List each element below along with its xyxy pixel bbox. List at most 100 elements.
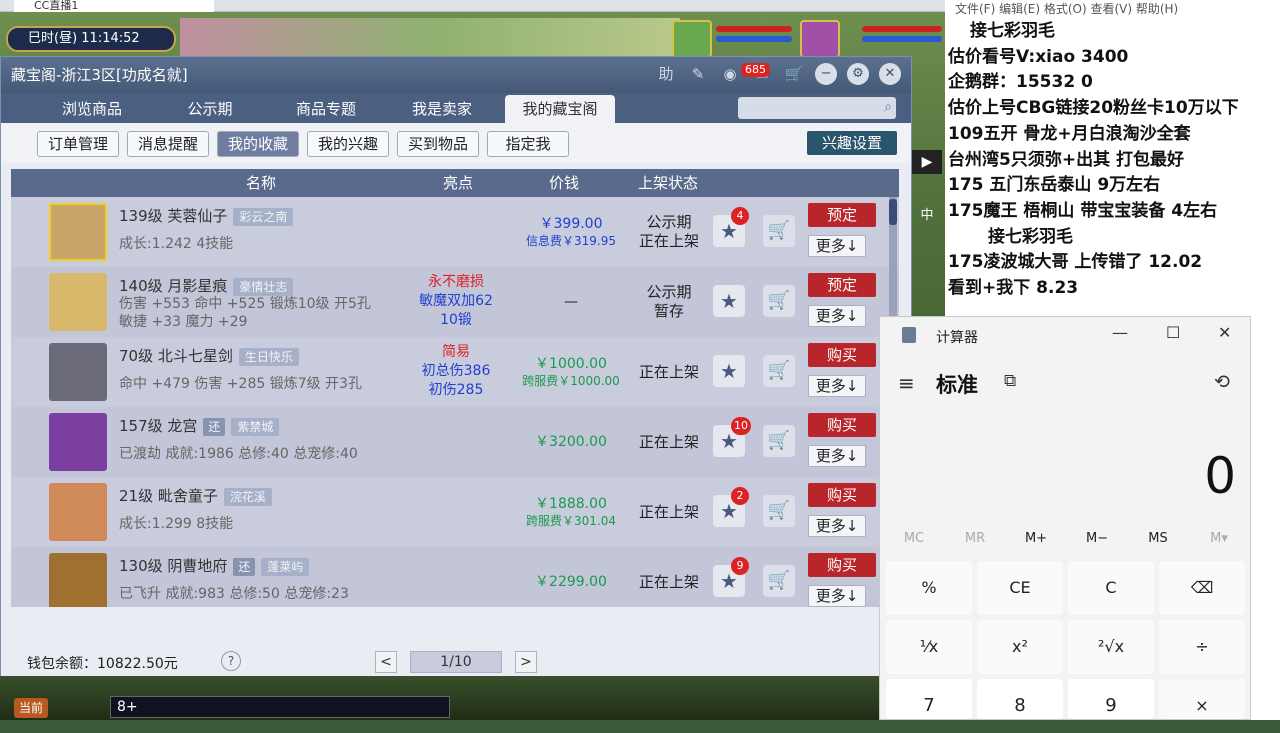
subtab-assigned[interactable]: 指定我 [487,131,569,157]
page-indicator: 1/10 [410,651,502,673]
item-name[interactable]: 130级 阴曹地府 [119,557,227,575]
buy-button[interactable]: 购买 [808,553,876,577]
settings-icon[interactable]: ⚙ [847,63,869,85]
pet-avatar[interactable] [672,20,712,58]
interest-settings-button[interactable]: 兴趣设置 [807,131,897,155]
more-button[interactable]: 更多↓ [808,235,866,257]
edit-icon[interactable]: ✎ [687,63,709,85]
table-row[interactable]: 21级 毗舍童子 浣花溪 成长:1.299 8技能 ￥1888.00 跨服费￥301.0… [11,477,899,547]
tab-browse[interactable]: 浏览商品 [37,95,147,123]
calc-key[interactable]: x² [977,620,1063,674]
cart-icon[interactable]: 🛒 [783,63,805,85]
calc-close-icon[interactable]: ✕ [1218,323,1231,342]
browser-tab[interactable]: CC直播1 [14,0,214,12]
memory-key[interactable]: M− [1075,531,1119,546]
add-to-cart-icon[interactable]: 🛒 [763,215,795,247]
subtab-messages[interactable]: 消息提醒 [127,131,209,157]
tab-seller[interactable]: 我是卖家 [387,95,497,123]
search-icon[interactable]: ⌕ [884,99,892,115]
help-icon[interactable]: ? [221,651,241,671]
add-to-cart-icon[interactable]: 🛒 [763,355,795,387]
subtab-bought[interactable]: 买到物品 [397,131,479,157]
calc-key[interactable]: × [1159,679,1245,719]
more-button[interactable]: 更多↓ [808,375,866,397]
minimize-icon[interactable]: − [815,63,837,85]
item-thumbnail[interactable] [49,273,107,331]
buy-button[interactable]: 购买 [808,343,876,367]
next-page-button[interactable]: > [515,651,537,673]
calc-maximize-icon[interactable]: ☐ [1166,323,1180,342]
hamburger-icon[interactable]: ≡ [898,371,915,395]
tab-my-cbg[interactable]: 我的藏宝阁 [505,95,615,123]
chat-channel-button[interactable]: 当前 [14,698,48,718]
subtab-interests[interactable]: 我的兴趣 [307,131,389,157]
table-scroll-thumb[interactable] [889,199,897,225]
close-icon[interactable]: ✕ [879,63,901,85]
assist-icon[interactable]: 助 [655,63,677,85]
memory-key[interactable]: M▾ [1197,531,1241,546]
calc-key[interactable]: ÷ [1159,620,1245,674]
table-row[interactable]: 139级 芙蓉仙子 彩云之南 成长:1.242 4技能 ￥399.00 信息费￥319.… [11,197,899,267]
favorite-star-icon[interactable]: ★ [713,355,745,387]
item-name[interactable]: 139级 芙蓉仙子 [119,207,227,225]
title-icons: 助 ✎ ◉ ✉ 🛒 − ⚙ ✕ [655,63,901,85]
tab-public[interactable]: 公示期 [155,95,265,123]
calc-key[interactable]: CE [977,561,1063,615]
calc-key[interactable]: ¹⁄x [886,620,972,674]
status-line: 公示期 [646,213,692,231]
more-button[interactable]: 更多↓ [808,515,866,537]
buy-button[interactable]: 购买 [808,483,876,507]
item-thumbnail[interactable] [49,343,107,401]
more-button[interactable]: 更多↓ [808,445,866,467]
table-row[interactable]: 130级 阴曹地府还蓬莱屿 已飞升 成就:983 总修:50 总宠修:23 ￥229… [11,547,899,607]
memory-key[interactable]: MR [953,531,997,546]
item-name[interactable]: 70级 北斗七星剑 [119,347,233,365]
search-input[interactable]: ⌕ [738,97,896,119]
item-name-line: 157级 龙宫还紫禁城 [119,415,280,436]
memory-key[interactable]: M+ [1014,531,1058,546]
calc-key[interactable]: 9 [1068,679,1154,719]
calc-key[interactable]: 8 [977,679,1063,719]
record-icon[interactable]: ◉ [719,63,741,85]
add-to-cart-icon[interactable]: 🛒 [763,565,795,597]
prev-page-button[interactable]: < [375,651,397,673]
item-thumbnail[interactable] [49,413,107,471]
more-button[interactable]: 更多↓ [808,585,866,607]
subtab-favorites[interactable]: 我的收藏 [217,131,299,157]
price-fee: 跨服费￥301.04 [526,514,616,528]
notepad-menu[interactable]: 文件(F) 编辑(E) 格式(O) 查看(V) 帮助(H) [955,0,1178,17]
more-button[interactable]: 更多↓ [808,305,866,327]
favorite-star-icon[interactable]: ★ [713,285,745,317]
history-icon[interactable]: ⟲ [1214,371,1230,393]
side-arrow-icon[interactable]: ▶ [912,150,942,174]
tab-topics[interactable]: 商品专题 [271,95,381,123]
item-thumbnail[interactable] [49,483,107,541]
calc-minimize-icon[interactable]: — [1112,323,1128,342]
add-to-cart-icon[interactable]: 🛒 [763,425,795,457]
table-header: 名称 亮点 价钱 上架状态 [11,169,899,197]
memory-key[interactable]: MS [1136,531,1180,546]
memory-key[interactable]: MC [892,531,936,546]
subtab-orders[interactable]: 订单管理 [37,131,119,157]
add-to-cart-icon[interactable]: 🛒 [763,495,795,527]
calc-key[interactable]: ²√x [1068,620,1154,674]
table-row[interactable]: 70级 北斗七星剑 生日快乐 命中 +479 伤害 +285 锻炼7级 开3孔 简易初… [11,337,899,407]
calc-key[interactable]: 7 [886,679,972,719]
item-thumbnail[interactable] [49,203,107,261]
keep-on-top-icon[interactable]: ⧉ [1004,371,1016,391]
table-row[interactable]: 140级 月影星痕 豪情壮志 伤害 +553 命中 +525 锻炼10级 开5孔 敏捷… [11,267,899,337]
add-to-cart-icon[interactable]: 🛒 [763,285,795,317]
player-avatar[interactable] [800,20,840,58]
table-row[interactable]: 157级 龙宫还紫禁城 已渡劫 成就:1986 总修:40 总宠修:40 ￥3200… [11,407,899,477]
buy-button[interactable]: 购买 [808,413,876,437]
item-name[interactable]: 157级 龙宫 [119,417,197,435]
chat-input[interactable]: 8+ [110,696,450,718]
reserve-button[interactable]: 预定 [808,273,876,297]
calc-key[interactable]: ⌫ [1159,561,1245,615]
calc-key[interactable]: C [1068,561,1154,615]
item-thumbnail[interactable] [49,553,107,607]
reserve-button[interactable]: 预定 [808,203,876,227]
item-name[interactable]: 21级 毗舍童子 [119,487,218,505]
calc-key[interactable]: % [886,561,972,615]
status-line: 正在上架 [638,232,699,250]
